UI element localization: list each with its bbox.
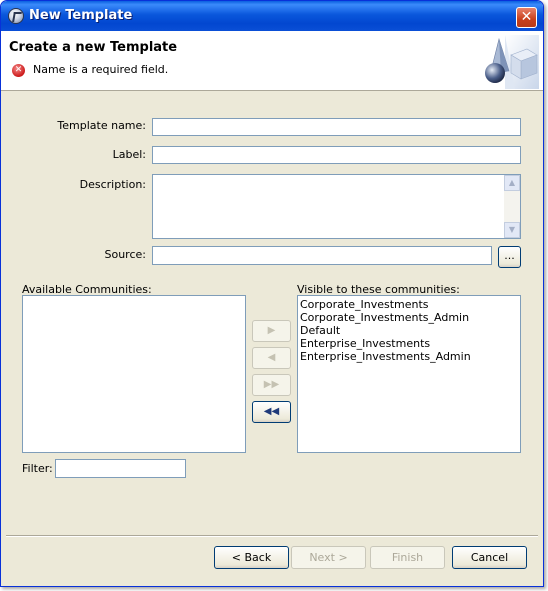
error-message: Name is a required field. bbox=[33, 63, 169, 76]
filter-input[interactable] bbox=[55, 459, 186, 478]
list-item[interactable]: Enterprise_Investments bbox=[298, 337, 520, 350]
close-button[interactable]: ✕ bbox=[516, 7, 537, 28]
error-icon: ✕ bbox=[12, 64, 25, 77]
back-button[interactable]: < Back bbox=[214, 546, 289, 569]
footer-separator bbox=[6, 535, 538, 537]
next-button[interactable]: Next > bbox=[291, 546, 366, 569]
list-item[interactable]: Enterprise_Investments_Admin bbox=[298, 350, 520, 363]
description-scrollbar[interactable]: ▲ ▼ bbox=[504, 175, 520, 238]
browse-button[interactable]: ... bbox=[498, 246, 521, 268]
template-name-label: Template name: bbox=[57, 119, 146, 132]
page-title: Create a new Template bbox=[9, 40, 178, 55]
description-label: Description: bbox=[79, 178, 146, 191]
available-communities-list[interactable] bbox=[22, 295, 246, 453]
source-label: Source: bbox=[104, 248, 147, 261]
finish-button[interactable]: Finish bbox=[370, 546, 445, 569]
scroll-up-icon[interactable]: ▲ bbox=[504, 175, 520, 191]
label-input[interactable] bbox=[152, 146, 521, 164]
template-name-input[interactable] bbox=[152, 118, 521, 136]
filter-label: Filter: bbox=[22, 462, 53, 475]
header-banner: Create a new Template ✕ Name is a requir… bbox=[1, 31, 543, 91]
list-item[interactable]: Corporate_Investments_Admin bbox=[298, 311, 520, 324]
add-community-button[interactable]: ▶ bbox=[252, 320, 291, 342]
wizard-banner-icon bbox=[485, 35, 539, 89]
window-title: New Template bbox=[29, 8, 133, 23]
title-bar[interactable]: New Template ✕ bbox=[1, 1, 543, 31]
label-field-label: Label: bbox=[112, 148, 146, 161]
remove-community-button[interactable]: ◀ bbox=[252, 347, 291, 369]
add-all-communities-button[interactable]: ▶▶ bbox=[252, 374, 291, 396]
description-textarea[interactable]: ▲ ▼ bbox=[152, 174, 521, 239]
source-input[interactable] bbox=[152, 246, 492, 265]
list-item[interactable]: Default bbox=[298, 324, 520, 337]
new-template-dialog: New Template ✕ Create a new Template ✕ N… bbox=[0, 0, 544, 587]
cancel-button[interactable]: Cancel bbox=[452, 546, 527, 569]
remove-all-communities-button[interactable]: ◀◀ bbox=[252, 401, 291, 423]
list-item[interactable]: Corporate_Investments bbox=[298, 298, 520, 311]
visible-communities-list[interactable]: Corporate_Investments Corporate_Investme… bbox=[297, 295, 521, 453]
app-icon bbox=[8, 8, 24, 24]
scroll-down-icon[interactable]: ▼ bbox=[504, 222, 520, 238]
